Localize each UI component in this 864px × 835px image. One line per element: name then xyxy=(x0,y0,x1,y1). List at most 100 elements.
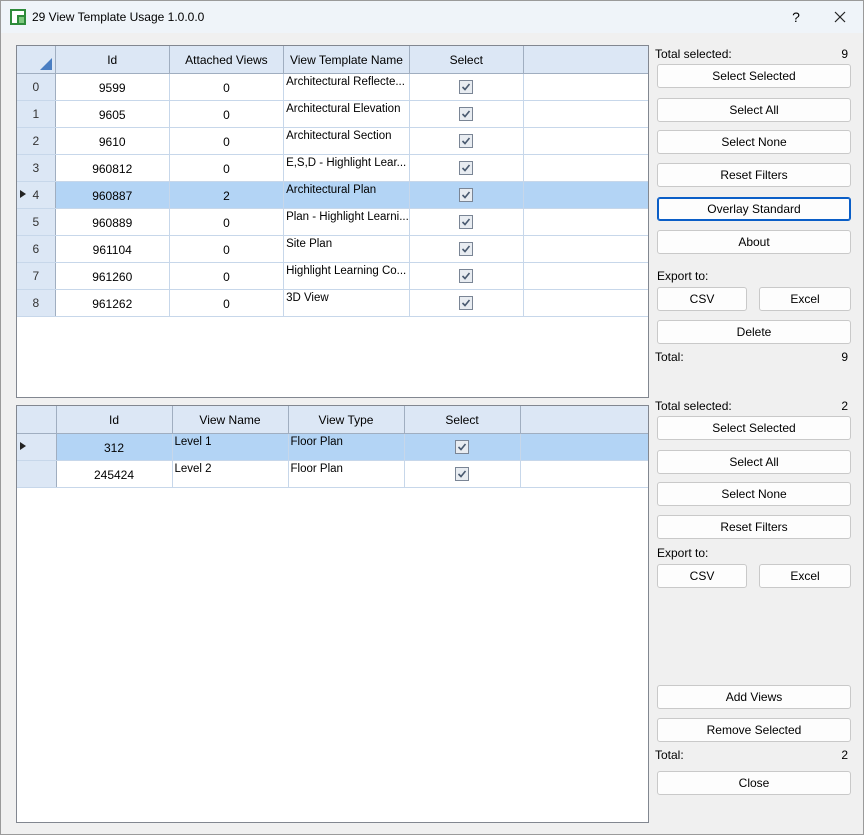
select-cell[interactable] xyxy=(409,181,524,209)
close-button[interactable]: Close xyxy=(657,771,851,795)
row-header[interactable]: 4 xyxy=(17,181,56,209)
select-checkbox[interactable] xyxy=(459,80,474,95)
attached-views-cell[interactable]: 0 xyxy=(169,235,285,263)
bottom-reset-filters-button[interactable]: Reset Filters xyxy=(657,515,851,539)
top-select-none-button[interactable]: Select None xyxy=(657,130,851,154)
about-button[interactable]: About xyxy=(657,230,851,254)
select-cell[interactable] xyxy=(409,100,524,128)
view-type-cell[interactable]: Floor Plan xyxy=(288,460,405,488)
help-button[interactable]: ? xyxy=(781,5,811,29)
template-id-cell[interactable]: 961260 xyxy=(55,262,170,290)
template-id-cell[interactable]: 9599 xyxy=(55,73,170,101)
remove-selected-button[interactable]: Remove Selected xyxy=(657,718,851,742)
select-checkbox[interactable] xyxy=(459,188,474,203)
select-cell[interactable] xyxy=(404,433,521,461)
column-header-view-template-name[interactable]: View Template Name xyxy=(283,46,410,74)
view-table-row[interactable]: 312 Level 1 Floor Plan xyxy=(17,433,648,461)
view-table-row[interactable]: 245424 Level 2 Floor Plan xyxy=(17,460,648,488)
column-header-select[interactable]: Select xyxy=(409,46,524,74)
template-name-cell[interactable]: Plan - Highlight Learni... xyxy=(283,208,410,236)
bottom-excel-button[interactable]: Excel xyxy=(759,564,851,588)
select-checkbox[interactable] xyxy=(455,467,469,482)
template-name-cell[interactable]: Architectural Elevation xyxy=(283,100,410,128)
template-name-cell[interactable]: 3D View xyxy=(283,289,410,317)
close-window-icon[interactable] xyxy=(825,5,855,29)
view-name-cell[interactable]: Level 2 xyxy=(172,460,289,488)
select-cell[interactable] xyxy=(409,208,524,236)
template-name-cell[interactable]: E,S,D - Highlight Lear... xyxy=(283,154,410,182)
row-header[interactable]: 2 xyxy=(17,127,56,155)
attached-views-cell[interactable]: 0 xyxy=(169,100,285,128)
row-header[interactable] xyxy=(17,433,57,461)
column-header-view-type[interactable]: View Type xyxy=(288,406,405,434)
view-type-cell[interactable]: Floor Plan xyxy=(288,433,405,461)
template-table-row[interactable]: 6 961104 0 Site Plan xyxy=(17,235,648,263)
select-cell[interactable] xyxy=(409,154,524,182)
select-checkbox[interactable] xyxy=(459,215,474,230)
row-header[interactable]: 1 xyxy=(17,100,56,128)
row-header[interactable]: 6 xyxy=(17,235,56,263)
template-table-row[interactable]: 1 9605 0 Architectural Elevation xyxy=(17,100,648,128)
attached-views-cell[interactable]: 0 xyxy=(169,208,285,236)
template-table-row[interactable]: 0 9599 0 Architectural Reflecte... xyxy=(17,73,648,101)
select-cell[interactable] xyxy=(409,127,524,155)
select-checkbox[interactable] xyxy=(459,161,474,176)
row-header[interactable]: 5 xyxy=(17,208,56,236)
bottom-select-none-button[interactable]: Select None xyxy=(657,482,851,506)
template-table-row[interactable]: 4 960887 2 Architectural Plan xyxy=(17,181,648,209)
select-checkbox[interactable] xyxy=(459,107,474,122)
column-header-view-id[interactable]: Id xyxy=(56,406,173,434)
select-all-corner[interactable] xyxy=(17,46,56,74)
template-name-cell[interactable]: Site Plan xyxy=(283,235,410,263)
template-name-cell[interactable]: Architectural Section xyxy=(283,127,410,155)
select-cell[interactable] xyxy=(409,262,524,290)
row-header[interactable]: 0 xyxy=(17,73,56,101)
select-cell[interactable] xyxy=(409,289,524,317)
select-checkbox[interactable] xyxy=(459,134,474,149)
top-excel-button[interactable]: Excel xyxy=(759,287,851,311)
row-header[interactable] xyxy=(17,460,57,488)
column-header-id[interactable]: Id xyxy=(55,46,170,74)
select-checkbox[interactable] xyxy=(455,440,469,455)
add-views-button[interactable]: Add Views xyxy=(657,685,851,709)
attached-views-cell[interactable]: 0 xyxy=(169,154,285,182)
template-id-cell[interactable]: 960812 xyxy=(55,154,170,182)
view-name-cell[interactable]: Level 1 xyxy=(172,433,289,461)
views-grid[interactable]: Id View Name View Type Select 312 Level 1… xyxy=(16,405,649,823)
view-templates-grid[interactable]: Id Attached Views View Template Name Sel… xyxy=(16,45,649,398)
template-table-row[interactable]: 5 960889 0 Plan - Highlight Learni... xyxy=(17,208,648,236)
template-table-row[interactable]: 3 960812 0 E,S,D - Highlight Lear... xyxy=(17,154,648,182)
view-id-cell[interactable]: 312 xyxy=(56,433,173,461)
template-name-cell[interactable]: Architectural Reflecte... xyxy=(283,73,410,101)
top-select-all-button[interactable]: Select All xyxy=(657,98,851,122)
template-table-row[interactable]: 8 961262 0 3D View xyxy=(17,289,648,317)
column-header-view-name[interactable]: View Name xyxy=(172,406,289,434)
attached-views-cell[interactable]: 0 xyxy=(169,127,285,155)
template-table-row[interactable]: 7 961260 0 Highlight Learning Co... xyxy=(17,262,648,290)
select-cell[interactable] xyxy=(409,235,524,263)
row-header[interactable]: 8 xyxy=(17,289,56,317)
template-id-cell[interactable]: 9605 xyxy=(55,100,170,128)
select-checkbox[interactable] xyxy=(459,242,474,257)
delete-button[interactable]: Delete xyxy=(657,320,851,344)
bottom-select-selected-button[interactable]: Select Selected xyxy=(657,416,851,440)
select-checkbox[interactable] xyxy=(459,269,474,284)
bottom-csv-button[interactable]: CSV xyxy=(657,564,747,588)
row-header[interactable]: 7 xyxy=(17,262,56,290)
select-cell[interactable] xyxy=(404,460,521,488)
top-reset-filters-button[interactable]: Reset Filters xyxy=(657,163,851,187)
column-header-view-select[interactable]: Select xyxy=(404,406,521,434)
template-id-cell[interactable]: 960889 xyxy=(55,208,170,236)
attached-views-cell[interactable]: 0 xyxy=(169,289,285,317)
template-id-cell[interactable]: 960887 xyxy=(55,181,170,209)
overlay-standard-button[interactable]: Overlay Standard xyxy=(657,197,851,221)
select-cell[interactable] xyxy=(409,73,524,101)
attached-views-cell[interactable]: 0 xyxy=(169,262,285,290)
top-select-selected-button[interactable]: Select Selected xyxy=(657,64,851,88)
template-name-cell[interactable]: Highlight Learning Co... xyxy=(283,262,410,290)
attached-views-cell[interactable]: 0 xyxy=(169,73,285,101)
select-checkbox[interactable] xyxy=(459,296,474,311)
view-id-cell[interactable]: 245424 xyxy=(56,460,173,488)
template-table-row[interactable]: 2 9610 0 Architectural Section xyxy=(17,127,648,155)
template-name-cell[interactable]: Architectural Plan xyxy=(283,181,410,209)
